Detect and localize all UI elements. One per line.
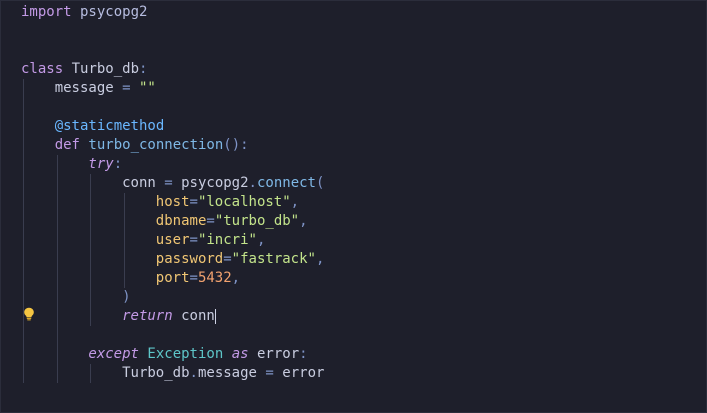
code-token: message	[197, 365, 257, 381]
code-token: except	[88, 346, 139, 362]
code-editor[interactable]: import psycopg2 class Turbo_db: message = …	[0, 0, 707, 413]
code-line[interactable]: return conn	[21, 307, 324, 326]
code-token: (	[316, 175, 325, 191]
code-text: conn = psycopg2.connect(	[21, 175, 324, 191]
text-cursor	[214, 308, 216, 324]
code-token: connect	[256, 175, 316, 191]
code-line[interactable]: dbname="turbo_db",	[21, 212, 324, 231]
code-token: =	[189, 232, 198, 248]
code-line[interactable]: Turbo_db.message = error	[21, 364, 324, 383]
code-line[interactable]: message = ""	[21, 79, 324, 98]
code-token: =	[113, 80, 139, 96]
code-token: ,	[299, 213, 308, 229]
code-line[interactable]: import psycopg2	[21, 3, 324, 22]
code-token: 5432	[197, 270, 232, 286]
code-token: port	[155, 270, 190, 286]
code-line[interactable]: user="incri",	[21, 231, 324, 250]
code-token: conn	[172, 308, 215, 324]
code-token: return	[122, 308, 173, 324]
code-line[interactable]: try:	[21, 155, 324, 174]
code-line[interactable]	[21, 41, 324, 60]
code-text: def turbo_connection():	[21, 137, 249, 153]
code-token: message	[54, 80, 114, 96]
code-text: password="fastrack",	[21, 251, 325, 267]
code-token: error	[248, 346, 300, 362]
code-line[interactable]: port=5432,	[21, 269, 324, 288]
code-token: .	[189, 365, 198, 381]
code-token: )	[122, 289, 131, 305]
code-token: error	[282, 365, 325, 381]
code-text: class Turbo_db:	[21, 61, 147, 77]
code-token: ,	[290, 194, 300, 210]
code-line[interactable]: @staticmethod	[21, 117, 324, 136]
code-token: "turbo_db"	[214, 213, 300, 229]
code-token: turbo_connection	[88, 137, 224, 153]
code-token: =	[155, 175, 182, 191]
code-token: try	[88, 156, 114, 172]
code-token: ,	[256, 232, 266, 248]
code-token: Turbo_db	[122, 365, 190, 381]
code-token: password	[155, 251, 224, 267]
code-token: =	[189, 194, 198, 210]
code-text: port=5432,	[21, 270, 240, 286]
code-token: =	[206, 213, 215, 229]
code-token: ,	[315, 251, 325, 267]
code-token: def	[54, 137, 80, 153]
code-line[interactable]	[21, 326, 324, 345]
code-token: class	[21, 61, 64, 77]
code-text: try:	[21, 156, 122, 172]
code-text: Turbo_db.message = error	[21, 365, 324, 381]
code-line[interactable]: conn = psycopg2.connect(	[21, 174, 324, 193]
code-line[interactable]: host="localhost",	[21, 193, 324, 212]
code-token: dbname	[155, 213, 207, 229]
code-token: @staticmethod	[54, 118, 165, 134]
code-line[interactable]: class Turbo_db:	[21, 60, 324, 79]
code-line[interactable]: except Exception as error:	[21, 345, 324, 364]
code-token: .	[248, 175, 257, 191]
code-token: ():	[223, 137, 249, 153]
code-token: host	[155, 194, 190, 210]
code-text: host="localhost",	[21, 194, 299, 210]
code-line[interactable]: def turbo_connection():	[21, 136, 324, 155]
code-token: "fastrack"	[231, 251, 316, 267]
lightbulb-icon[interactable]	[23, 307, 35, 321]
code-text: message = ""	[21, 80, 156, 96]
code-token: "localhost"	[197, 194, 291, 210]
code-line[interactable]: )	[21, 288, 324, 307]
code-text: return conn	[21, 308, 216, 324]
code-token: Turbo_db	[63, 61, 140, 77]
code-token: :	[139, 61, 148, 77]
code-token: ,	[231, 270, 241, 286]
code-text: user="incri",	[21, 232, 266, 248]
code-token: user	[155, 232, 190, 248]
code-token: :	[299, 346, 308, 362]
code-token: ""	[139, 80, 156, 96]
code-token: =	[223, 251, 232, 267]
code-text: dbname="turbo_db",	[21, 213, 308, 229]
code-token: Exception	[147, 346, 224, 362]
code-token: "incri"	[197, 232, 257, 248]
code-text: )	[21, 289, 131, 305]
code-token: psycopg2	[181, 175, 249, 191]
code-line[interactable]	[21, 22, 324, 41]
code-area[interactable]: import psycopg2 class Turbo_db: message = …	[21, 3, 324, 383]
code-token: conn	[122, 175, 156, 191]
code-text: @staticmethod	[21, 118, 165, 134]
code-text: except Exception as error:	[21, 346, 308, 362]
code-text: import psycopg2	[21, 4, 147, 20]
code-token: psycopg2	[71, 4, 148, 20]
code-token: import	[21, 4, 72, 20]
code-line[interactable]: password="fastrack",	[21, 250, 324, 269]
code-token: as	[231, 346, 249, 362]
code-token: :	[113, 156, 123, 172]
code-token: =	[256, 365, 283, 381]
code-token: =	[189, 270, 198, 286]
code-line[interactable]	[21, 98, 324, 117]
